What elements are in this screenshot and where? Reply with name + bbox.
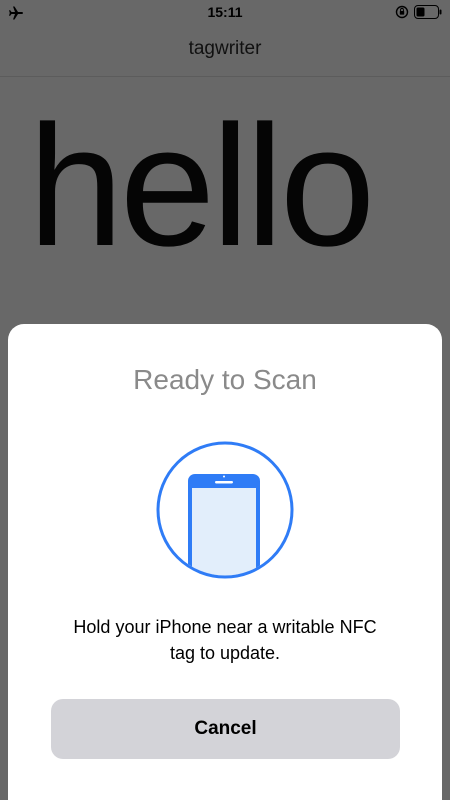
sheet-message: Hold your iPhone near a writable NFC tag… — [8, 614, 442, 666]
sheet-title: Ready to Scan — [133, 364, 317, 395]
cancel-button[interactable]: Cancel — [51, 699, 400, 759]
orientation-lock-icon — [395, 5, 409, 19]
nav-bar: tagwriter — [0, 24, 450, 77]
content-text: hello — [28, 90, 375, 282]
nav-title: tagwriter — [188, 38, 262, 59]
scan-sheet: Ready to Scan Hold your iPhone near a wr… — [8, 324, 442, 800]
status-bar: 15:11 — [0, 0, 450, 24]
sheet-message-line-1: Hold your iPhone near a writable NFC — [73, 617, 377, 637]
status-time: 15:11 — [207, 4, 243, 20]
phone-scan-icon — [156, 441, 294, 579]
battery-icon — [414, 5, 442, 19]
sheet-message-line-2: tag to update. — [169, 643, 281, 663]
